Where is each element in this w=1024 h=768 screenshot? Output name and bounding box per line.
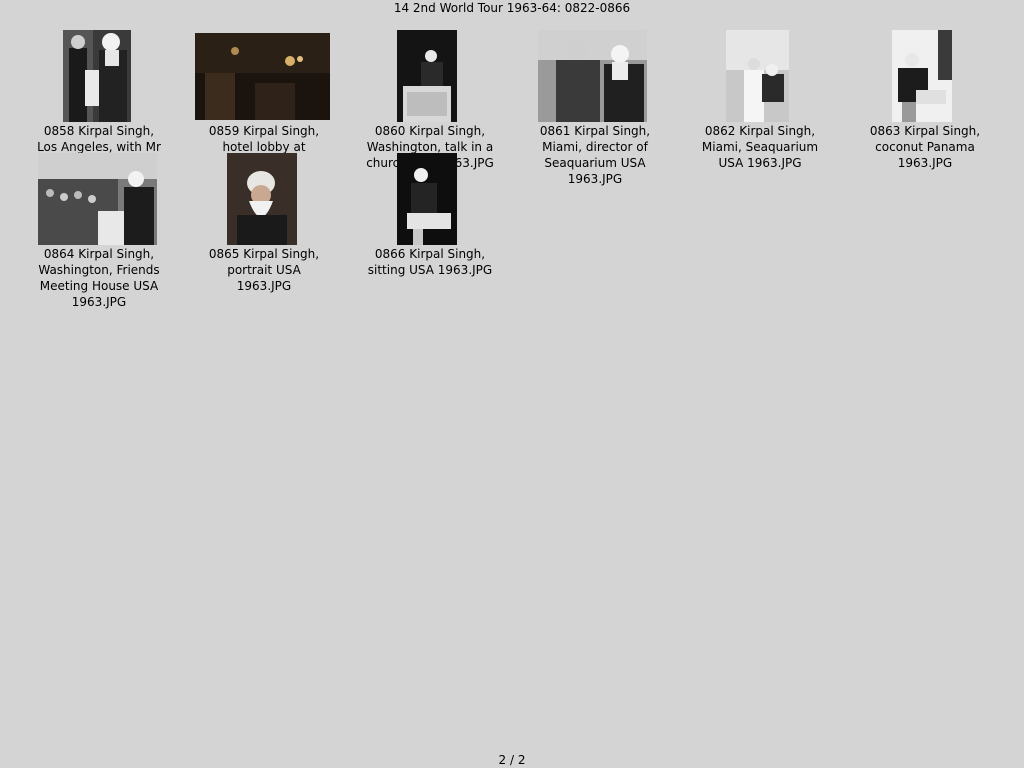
thumbnail-0863[interactable]: 0863 Kirpal Singh, coconut Panama 1963.J… <box>860 30 990 190</box>
thumbnail-image[interactable] <box>227 153 297 245</box>
thumbnail-caption[interactable]: 0859 Kirpal Singh, hotel lobby at Chicag… <box>199 123 329 155</box>
thumbnail-0858[interactable]: 0858 Kirpal Singh, Los Angeles, with Mr … <box>34 30 164 170</box>
thumbnail-caption[interactable]: 0863 Kirpal Singh, coconut Panama 1963.J… <box>860 123 990 171</box>
page-title: 14 2nd World Tour 1963-64: 0822-0866 <box>393 1 631 15</box>
thumbnail-image[interactable] <box>397 30 457 122</box>
thumbnail-image[interactable] <box>195 33 330 120</box>
page-indicator: 2 / 2 <box>498 753 526 767</box>
thumbnail-caption[interactable]: 0864 Kirpal Singh, Washington, Friends M… <box>34 246 164 310</box>
thumbnail-image[interactable] <box>726 30 789 122</box>
thumbnail-0861[interactable]: 0861 Kirpal Singh, Miami, director of Se… <box>530 30 660 190</box>
thumbnail-image[interactable] <box>892 30 952 122</box>
thumbnail-caption[interactable]: 0866 Kirpal Singh, sitting USA 1963.JPG <box>365 246 495 278</box>
thumbnail-image[interactable] <box>38 153 157 245</box>
thumbnail-image[interactable] <box>63 30 131 122</box>
thumbnail-0859[interactable]: 0859 Kirpal Singh, hotel lobby at Chicag… <box>195 30 330 170</box>
thumbnail-caption[interactable]: 0858 Kirpal Singh, Los Angeles, with Mr … <box>34 123 164 155</box>
thumbnail-0866[interactable]: 0866 Kirpal Singh, sitting USA 1963.JPG <box>365 153 495 293</box>
gallery-page: 14 2nd World Tour 1963-64: 0822-0866 085… <box>0 0 1024 768</box>
thumbnail-0864[interactable]: 0864 Kirpal Singh, Washington, Friends M… <box>34 153 164 313</box>
thumbnail-0865[interactable]: 0865 Kirpal Singh, portrait USA 1963.JPG <box>199 153 329 293</box>
thumbnail-image[interactable] <box>397 153 457 245</box>
thumbnail-caption[interactable]: 0861 Kirpal Singh, Miami, director of Se… <box>530 123 660 187</box>
thumbnail-caption[interactable]: 0865 Kirpal Singh, portrait USA 1963.JPG <box>199 246 329 294</box>
thumbnail-0862[interactable]: 0862 Kirpal Singh, Miami, Seaquarium USA… <box>695 30 825 190</box>
thumbnail-image[interactable] <box>538 30 647 122</box>
thumbnail-caption[interactable]: 0862 Kirpal Singh, Miami, Seaquarium USA… <box>695 123 825 171</box>
